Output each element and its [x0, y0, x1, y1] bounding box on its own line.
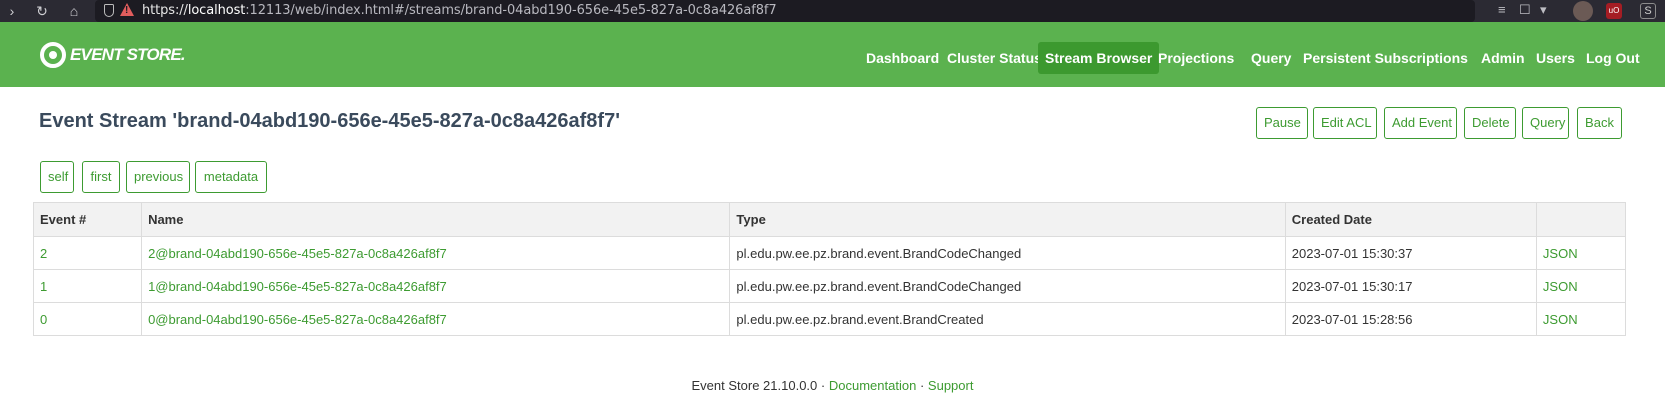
version-text: Event Store 21.10.0.0: [691, 378, 818, 393]
forward-icon[interactable]: ›: [4, 0, 20, 22]
table-header-row: Event # Name Type Created Date: [32, 202, 1627, 237]
event-type: pl.edu.pw.ee.pz.brand.event.BrandCodeCha…: [729, 269, 1286, 303]
event-json-link[interactable]: JSON: [1535, 302, 1627, 336]
add-event-button[interactable]: Add Event: [1384, 107, 1457, 139]
nav-projections[interactable]: Projections: [1151, 42, 1241, 74]
column-header-actions: [1535, 202, 1627, 237]
event-type: pl.edu.pw.ee.pz.brand.event.BrandCodeCha…: [729, 236, 1286, 270]
back-button[interactable]: Back: [1577, 107, 1622, 139]
event-name-link[interactable]: 1@brand-04abd190-656e-45e5-827a-0c8a426a…: [141, 269, 731, 303]
self-link-button[interactable]: self: [40, 161, 74, 193]
edit-acl-button[interactable]: Edit ACL: [1313, 107, 1377, 139]
event-store-logo-icon: [40, 42, 66, 68]
nav-log-out[interactable]: Log Out: [1579, 42, 1647, 74]
event-name-link[interactable]: 2@brand-04abd190-656e-45e5-827a-0c8a426a…: [141, 236, 731, 270]
documentation-link[interactable]: Documentation: [829, 378, 916, 393]
table-row: 0 0@brand-04abd190-656e-45e5-827a-0c8a42…: [32, 302, 1627, 336]
nav-persistent-subscriptions[interactable]: Persistent Subscriptions: [1296, 42, 1475, 74]
column-header-type: Type: [729, 202, 1286, 237]
shield-icon[interactable]: [104, 4, 114, 17]
delete-button[interactable]: Delete: [1464, 107, 1516, 139]
browser-toolbar: › ↻ ⌂ https://localhost:12113/web/index.…: [0, 0, 1665, 22]
first-link-button[interactable]: first: [82, 161, 120, 193]
event-number-link[interactable]: 0: [32, 302, 143, 336]
event-name-link[interactable]: 0@brand-04abd190-656e-45e5-827a-0c8a426a…: [141, 302, 731, 336]
nav-dashboard[interactable]: Dashboard: [859, 42, 946, 74]
column-header-name: Name: [141, 202, 731, 237]
page-title: Event Stream 'brand-04abd190-656e-45e5-8…: [39, 110, 620, 132]
event-json-link[interactable]: JSON: [1535, 269, 1627, 303]
nav-users[interactable]: Users: [1529, 42, 1582, 74]
table-row: 2 2@brand-04abd190-656e-45e5-827a-0c8a42…: [32, 236, 1627, 270]
support-link[interactable]: Support: [928, 378, 974, 393]
footer-separator: ·: [919, 378, 925, 393]
reader-view-icon[interactable]: ≡: [1498, 2, 1506, 17]
extension-s-icon[interactable]: S: [1640, 3, 1656, 19]
event-created-date: 2023-07-01 15:30:37: [1284, 236, 1537, 270]
event-created-date: 2023-07-01 15:28:56: [1284, 302, 1537, 336]
ublock-extension-icon[interactable]: uO: [1606, 3, 1622, 19]
page-footer: Event Store 21.10.0.0 · Documentation · …: [0, 378, 1665, 393]
event-number-link[interactable]: 1: [32, 269, 143, 303]
previous-link-button[interactable]: previous: [126, 161, 190, 193]
home-icon[interactable]: ⌂: [64, 0, 84, 22]
nav-query[interactable]: Query: [1244, 42, 1298, 74]
column-header-created-date: Created Date: [1284, 202, 1537, 237]
events-table: Event # Name Type Created Date 2 2@brand…: [32, 202, 1627, 336]
event-type: pl.edu.pw.ee.pz.brand.event.BrandCreated: [729, 302, 1286, 336]
table-row: 1 1@brand-04abd190-656e-45e5-827a-0c8a42…: [32, 269, 1627, 303]
bookmark-icon[interactable]: ☐: [1519, 2, 1531, 18]
event-json-link[interactable]: JSON: [1535, 236, 1627, 270]
app-header: EVENT STORE. Dashboard Cluster Status St…: [0, 22, 1665, 87]
chevron-down-icon[interactable]: ▾: [1540, 2, 1547, 18]
nav-cluster-status[interactable]: Cluster Status: [940, 42, 1049, 74]
event-number-link[interactable]: 2: [32, 236, 143, 270]
url-text[interactable]: https://localhost:12113/web/index.html#/…: [142, 3, 777, 18]
reload-icon[interactable]: ↻: [32, 0, 52, 22]
pause-button[interactable]: Pause: [1256, 107, 1308, 139]
nav-stream-browser[interactable]: Stream Browser: [1038, 42, 1160, 74]
event-store-logo[interactable]: EVENT STORE.: [40, 42, 186, 68]
nav-admin[interactable]: Admin: [1474, 42, 1532, 74]
metadata-link-button[interactable]: metadata: [195, 161, 267, 193]
column-header-event-number: Event #: [32, 202, 143, 237]
profile-avatar[interactable]: [1573, 1, 1593, 21]
event-created-date: 2023-07-01 15:30:17: [1284, 269, 1537, 303]
footer-separator: ·: [820, 378, 826, 393]
insecure-warning-icon[interactable]: [120, 3, 134, 16]
query-button[interactable]: Query: [1522, 107, 1569, 139]
